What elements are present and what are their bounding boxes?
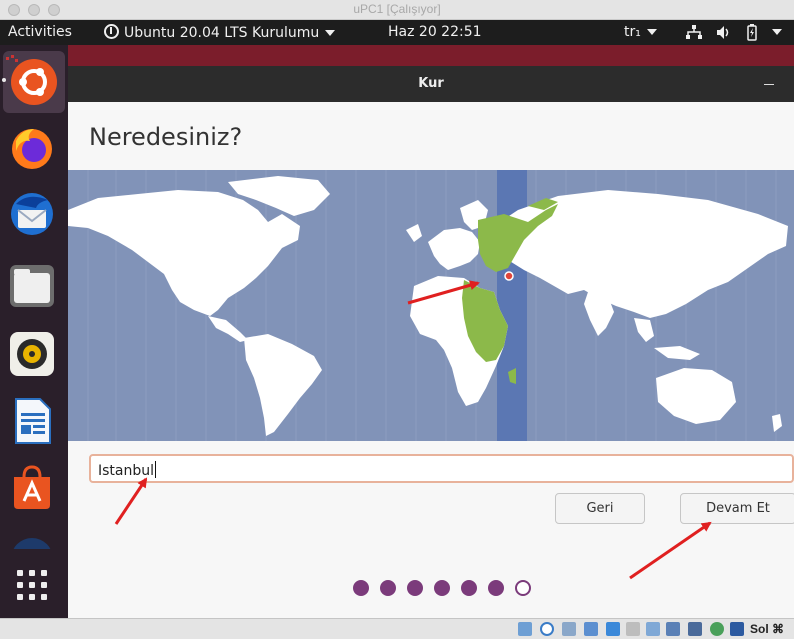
progress-dot bbox=[434, 580, 450, 596]
shopping-bag-icon bbox=[14, 465, 50, 509]
minimize-icon[interactable] bbox=[764, 84, 774, 85]
recording-icon[interactable] bbox=[666, 622, 680, 636]
app-grid-icon bbox=[17, 570, 47, 600]
rhythmbox-dock-item[interactable] bbox=[8, 330, 56, 378]
installer-progress-dots bbox=[353, 580, 543, 596]
guest-additions-icon[interactable] bbox=[710, 622, 724, 636]
system-menu[interactable] bbox=[766, 24, 782, 40]
chevron-down-icon bbox=[646, 29, 657, 35]
window-title: Kur bbox=[418, 76, 444, 91]
firefox-dock-item[interactable] bbox=[8, 123, 56, 171]
back-button[interactable]: Geri bbox=[555, 493, 645, 524]
files-dock-item[interactable] bbox=[8, 261, 56, 309]
shared-folders-icon[interactable] bbox=[626, 622, 640, 636]
chevron-down-icon bbox=[325, 30, 336, 36]
ubuntu-software-dock-item[interactable] bbox=[8, 463, 56, 511]
clock[interactable]: Haz 20 22:51 bbox=[388, 24, 482, 40]
timezone-input-value: Istanbul bbox=[98, 463, 155, 479]
mouse-integration-icon[interactable] bbox=[730, 622, 744, 636]
ubuntu-installer-dock-item[interactable] bbox=[3, 51, 65, 113]
hard-disk-icon[interactable] bbox=[518, 622, 532, 636]
display-icon[interactable] bbox=[646, 622, 660, 636]
help-dock-item[interactable] bbox=[8, 535, 56, 549]
activities-button[interactable]: Activities bbox=[8, 24, 72, 40]
libreoffice-writer-dock-item[interactable] bbox=[8, 397, 56, 445]
progress-dot bbox=[353, 580, 369, 596]
window-headerbar: Kur bbox=[68, 66, 794, 102]
text-caret bbox=[155, 461, 157, 478]
progress-dot bbox=[407, 580, 423, 596]
chevron-down-icon bbox=[772, 29, 782, 35]
keyboard-layout-menu[interactable]: tr₁ bbox=[624, 24, 657, 40]
timezone-input[interactable]: Istanbul bbox=[89, 454, 794, 483]
thunderbird-icon bbox=[11, 193, 53, 235]
volume-icon[interactable] bbox=[716, 25, 732, 44]
ubuntu-logo-icon bbox=[6, 55, 57, 105]
app-menu-label: Ubuntu 20.04 LTS Kurulumu bbox=[124, 25, 320, 41]
thunderbird-dock-item[interactable] bbox=[8, 190, 56, 238]
dock bbox=[0, 45, 68, 639]
network-icon[interactable] bbox=[686, 25, 702, 44]
audio-icon[interactable] bbox=[562, 622, 576, 636]
ubuntu-topbar: Activities Ubuntu 20.04 LTS Kurulumu Haz… bbox=[0, 20, 794, 45]
virtualbox-status-bar: Sol ⌘ bbox=[0, 618, 794, 639]
installer-window: Kur Neredesiniz? Istanbul Geri Devam Et bbox=[68, 66, 794, 618]
progress-dot bbox=[488, 580, 504, 596]
timezone-map[interactable] bbox=[68, 170, 794, 441]
folder-icon bbox=[10, 265, 54, 307]
optical-drive-icon[interactable] bbox=[540, 622, 554, 636]
speaker-icon bbox=[10, 332, 54, 376]
host-window-titlebar: uPC1 [Çalışıyor] bbox=[0, 0, 794, 20]
progress-dot-current bbox=[515, 580, 531, 596]
writer-document-icon bbox=[15, 398, 51, 444]
installer-app-icon bbox=[104, 24, 119, 39]
selected-city-marker bbox=[504, 271, 514, 281]
keyboard-layout-label: tr₁ bbox=[624, 24, 641, 40]
firefox-icon bbox=[12, 129, 52, 169]
show-applications-button[interactable] bbox=[8, 561, 56, 609]
usb-icon[interactable] bbox=[606, 622, 620, 636]
progress-dot bbox=[461, 580, 477, 596]
page-title: Neredesiniz? bbox=[89, 123, 243, 151]
host-window-title: uPC1 [Çalışıyor] bbox=[353, 2, 441, 16]
battery-icon[interactable] bbox=[744, 24, 760, 45]
cpu-icon[interactable] bbox=[688, 622, 702, 636]
help-icon bbox=[13, 538, 51, 549]
progress-dot bbox=[380, 580, 396, 596]
running-indicator bbox=[2, 78, 6, 82]
app-menu[interactable]: Ubuntu 20.04 LTS Kurulumu bbox=[104, 24, 336, 41]
network-adapter-icon[interactable] bbox=[584, 622, 598, 636]
continue-button[interactable]: Devam Et bbox=[680, 493, 794, 524]
host-key-label: Sol ⌘ bbox=[749, 622, 784, 636]
